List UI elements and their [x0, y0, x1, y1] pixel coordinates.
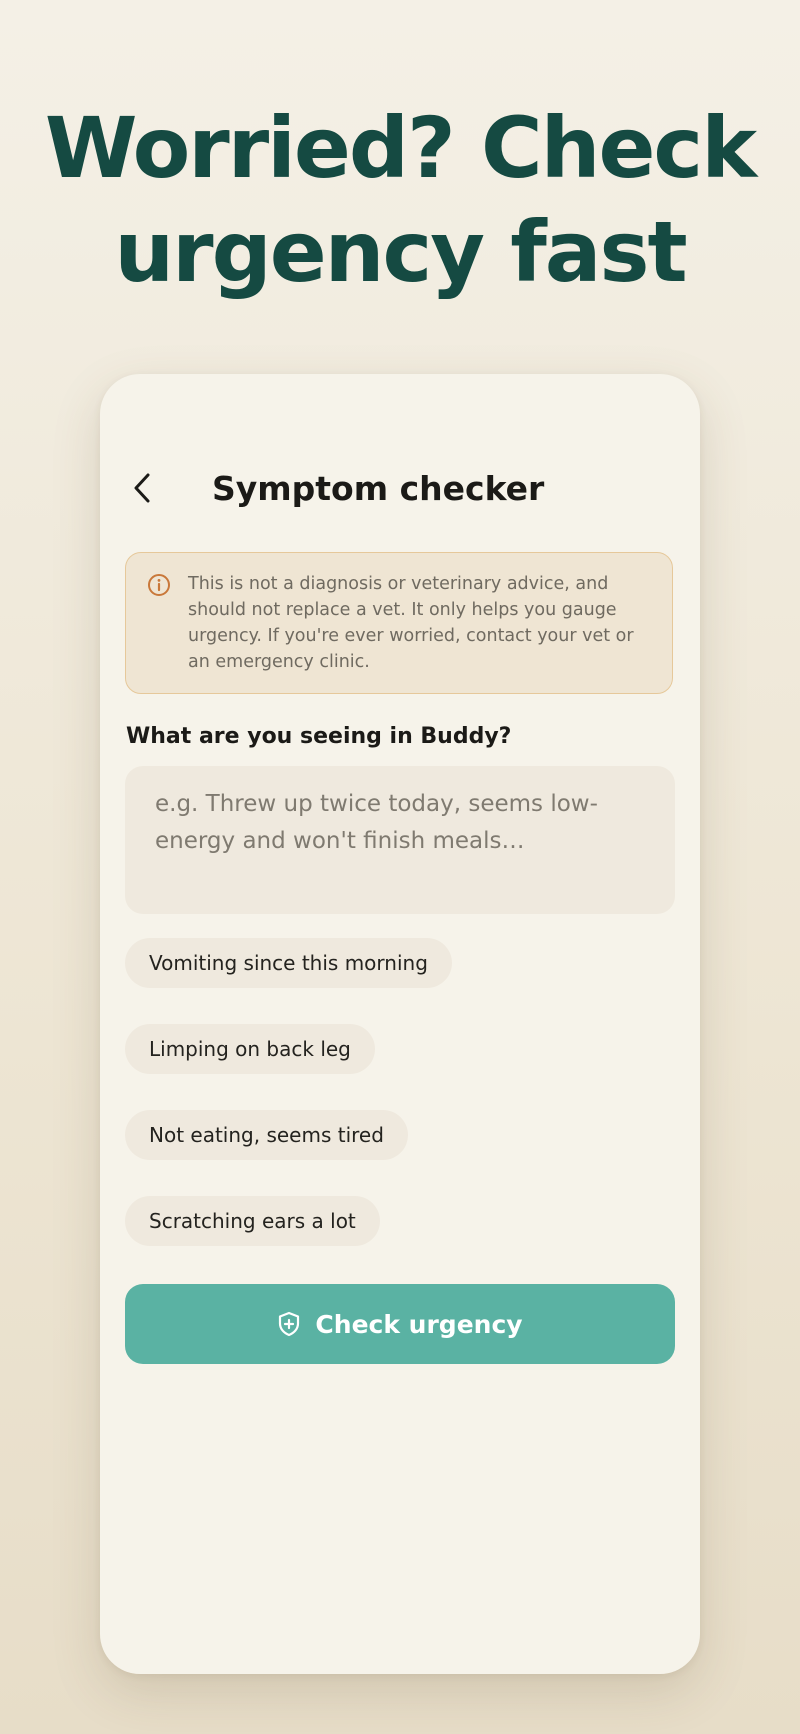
- suggestion-chip-limping[interactable]: Limping on back leg: [125, 1024, 375, 1074]
- hero-headline: Worried? Check urgency fast: [0, 96, 800, 304]
- info-circle-icon: [148, 574, 170, 596]
- suggestion-chip-vomiting[interactable]: Vomiting since this morning: [125, 938, 452, 988]
- suggestion-chip-not-eating[interactable]: Not eating, seems tired: [125, 1110, 408, 1160]
- disclaimer-text: This is not a diagnosis or veterinary ad…: [188, 574, 634, 672]
- suggestion-chip-label: Not eating, seems tired: [149, 1123, 384, 1147]
- disclaimer-banner: This is not a diagnosis or veterinary ad…: [125, 552, 673, 694]
- shield-plus-icon: [279, 1311, 300, 1337]
- symptoms-input[interactable]: [125, 766, 675, 914]
- suggestion-chip-label: Limping on back leg: [149, 1037, 351, 1061]
- screen-title: Symptom checker: [212, 469, 545, 508]
- top-bar: Symptom checker: [100, 464, 700, 514]
- phone-screen-card: Symptom checker This is not a diagnosis …: [100, 374, 700, 1674]
- symptoms-question-label: What are you seeing in Buddy?: [126, 724, 512, 749]
- check-urgency-label: Check urgency: [315, 1309, 523, 1339]
- suggestion-chip-scratching-ears[interactable]: Scratching ears a lot: [125, 1196, 380, 1246]
- back-button[interactable]: [122, 468, 162, 508]
- suggestion-chip-label: Vomiting since this morning: [149, 951, 428, 975]
- suggestion-chip-label: Scratching ears a lot: [149, 1209, 356, 1233]
- hero-headline-line-2: urgency fast: [114, 203, 687, 301]
- chevron-left-icon: [134, 473, 150, 503]
- check-urgency-button[interactable]: Check urgency: [125, 1284, 675, 1364]
- hero-headline-line-1: Worried? Check: [44, 99, 757, 197]
